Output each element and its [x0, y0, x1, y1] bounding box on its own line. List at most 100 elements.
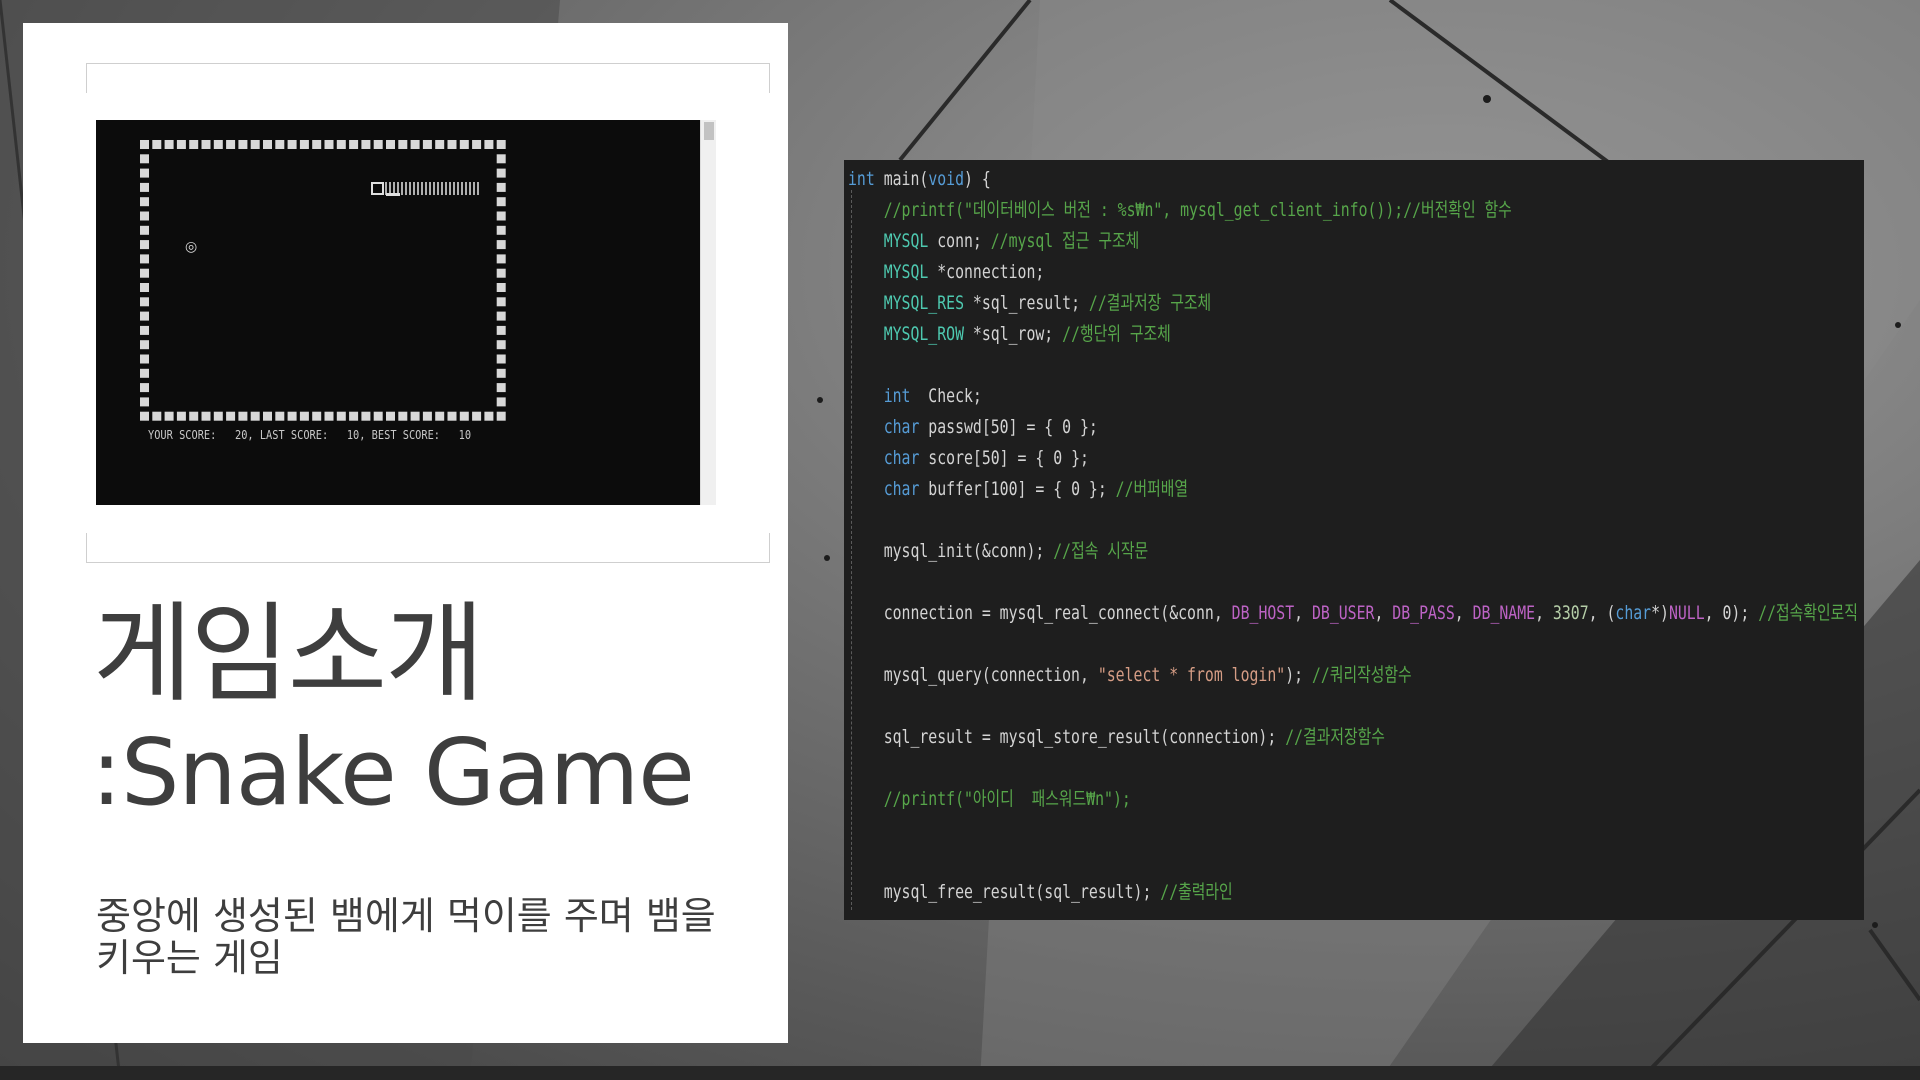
wall-block: [140, 225, 149, 235]
code-token: mysql_init(&conn);: [848, 540, 1054, 562]
code-token: char: [848, 416, 920, 438]
code-line: MYSQL_ROW *sql_row; //행단위 구조체: [848, 319, 1171, 349]
snake-body-segment: [461, 182, 463, 195]
content-card: ◎ YOUR SCORE: 20, LAST SCORE: 10, BEST S…: [23, 23, 788, 1043]
code-line: mysql_query(connection, "select * from l…: [848, 660, 1412, 690]
code-token: int: [848, 168, 875, 190]
wall-block: [496, 368, 506, 378]
slide-title: 게임소개: [93, 592, 484, 717]
snake-body-segment: [425, 182, 427, 195]
code-line: sql_result = mysql_store_result(connecti…: [848, 722, 1385, 752]
code-token: mysql_query(connection,: [848, 664, 1098, 686]
snake-game-console-screenshot: ◎ YOUR SCORE: 20, LAST SCORE: 10, BEST S…: [96, 120, 716, 505]
wall-block: [361, 411, 371, 421]
snake-body-segment: [417, 182, 419, 195]
snake-body-segment: [441, 182, 443, 195]
wall-block: [386, 140, 395, 149]
code-token: DB_HOST: [1231, 602, 1295, 624]
wall-block: [152, 411, 162, 421]
wall-block: [140, 340, 149, 350]
snake-body-segment: [401, 182, 403, 195]
wall-block: [299, 140, 309, 149]
console-scrollbar: [700, 120, 716, 505]
wall-block: [140, 240, 149, 250]
wall-block: [176, 411, 186, 421]
code-token: ,: [1374, 602, 1393, 624]
wall-block: [435, 411, 445, 421]
code-token: *sql_result;: [964, 292, 1089, 314]
wall-block: [410, 411, 420, 421]
snake-body-segment: [421, 182, 423, 195]
snake-body-segment: [429, 182, 431, 195]
wall-block: [361, 140, 371, 149]
wall-block: [140, 154, 149, 164]
wall-block: [250, 140, 260, 149]
wall-block: [447, 411, 457, 421]
wall-block: [496, 354, 506, 364]
snake-body-segment: [409, 182, 411, 195]
wall-block: [189, 411, 199, 421]
wall-block: [496, 154, 506, 164]
wall-block: [336, 140, 346, 149]
wall-block: [226, 411, 236, 421]
wall-block: [484, 140, 494, 149]
wall-block: [459, 140, 469, 149]
wall-block: [496, 411, 506, 421]
score-line: YOUR SCORE: 20, LAST SCORE: 10, BEST SCO…: [148, 428, 472, 442]
wall-block: [398, 140, 408, 149]
code-token: //쿼리작성함수: [1311, 664, 1412, 686]
code-token: void: [928, 168, 965, 190]
wall-block: [226, 140, 236, 149]
wall-block: [164, 140, 174, 149]
code-token: MYSQL: [848, 261, 929, 283]
wall-block: [250, 411, 260, 421]
wall-block: [484, 411, 494, 421]
game-board: ◎: [140, 140, 506, 421]
wall-block: [238, 411, 248, 421]
wall-block: [140, 297, 149, 307]
snake-body-segment: [449, 182, 451, 195]
wall-block: [238, 140, 248, 149]
code-token: //결과저장 구조체: [1088, 292, 1212, 314]
code-line: mysql_init(&conn); //접속 시작문: [848, 536, 1148, 566]
code-token: MYSQL_ROW: [848, 323, 965, 345]
wall-block: [349, 411, 359, 421]
wall-block: [496, 268, 506, 278]
wall-block: [496, 297, 506, 307]
wall-block: [140, 197, 149, 207]
code-token: ,: [1535, 602, 1553, 624]
code-token: MYSQL_RES: [848, 292, 965, 314]
wall-block: [496, 197, 506, 207]
code-screenshot: int main(void) { //printf("데이터베이스 버전 : %…: [844, 160, 1864, 920]
code-token: char: [848, 478, 920, 500]
code-token: //버퍼배열: [1115, 478, 1189, 500]
wall-block: [496, 254, 506, 264]
wall-block: [496, 397, 506, 407]
code-token: sql_result = mysql_store_result(connecti…: [848, 726, 1286, 748]
image-frame-top: [86, 63, 770, 93]
snake-body-segment: [453, 182, 455, 195]
code-token: score[50] = { 0 };: [919, 447, 1089, 469]
wall-block: [140, 168, 149, 178]
snake-body-segment: [445, 182, 447, 195]
wall-block: [496, 140, 506, 149]
wall-block: [140, 397, 149, 407]
code-token: //행단위 구조체: [1062, 323, 1171, 345]
code-token: DB_USER: [1311, 602, 1375, 624]
code-token: int: [848, 385, 911, 407]
code-line: MYSQL *connection;: [848, 257, 1045, 287]
slide-description: 중앙에 생성된 뱀에게 먹이를 주며 뱀을 키우는 게임: [96, 894, 716, 980]
food-item: ◎: [185, 239, 197, 255]
snake-body-segment: [465, 182, 467, 195]
image-frame-bottom: [86, 533, 770, 563]
wall-block: [422, 140, 432, 149]
wall-block: [140, 211, 149, 221]
wall-block: [496, 283, 506, 292]
snake-body-segment: [457, 182, 459, 195]
wall-block: [213, 411, 223, 421]
code-token: ,: [1454, 602, 1473, 624]
wall-block: [299, 411, 309, 421]
wall-block: [496, 311, 506, 321]
code-line: int main(void) {: [848, 164, 991, 194]
wall-block: [189, 140, 199, 149]
